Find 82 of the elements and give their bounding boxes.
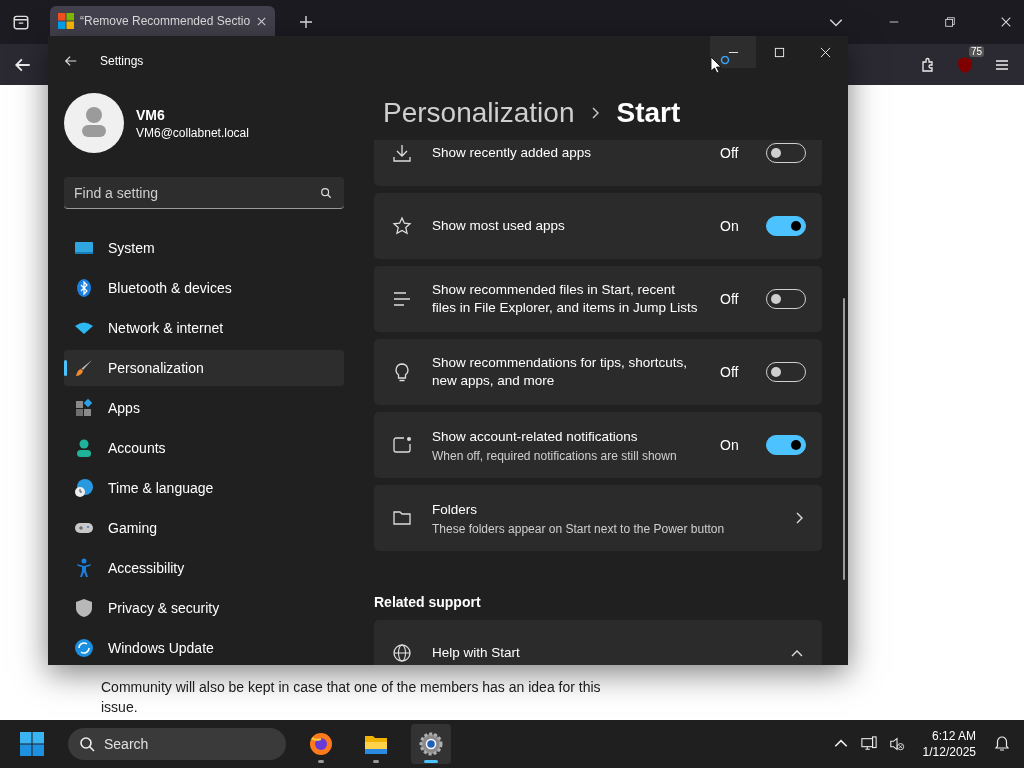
puzzle-icon[interactable]	[920, 56, 936, 73]
nav-item[interactable]: System	[64, 230, 344, 266]
expander-header[interactable]: Help with Start	[374, 620, 822, 665]
toggle-state-text: On	[720, 437, 740, 453]
bluetooth-icon	[74, 278, 94, 298]
accessibility-icon	[74, 558, 94, 578]
network-icon[interactable]	[860, 736, 877, 752]
taskbar-button[interactable]	[411, 724, 451, 764]
setting-label: Show recommendations for tips, shortcuts, new apps, and more	[432, 354, 689, 390]
gear-icon	[419, 732, 443, 756]
nav-item[interactable]: Apps	[64, 390, 344, 426]
article-paragraph: Community will also be kept in case that one of the members has an idea for this issue.	[101, 678, 601, 717]
windows-logo-icon	[58, 13, 74, 29]
clock[interactable]: 6:12 AM 1/12/2025	[922, 729, 976, 759]
count-badge: 75	[968, 45, 984, 57]
section-heading: Related support	[374, 594, 482, 610]
chevron-right-icon	[794, 511, 804, 525]
folder-icon	[392, 508, 412, 528]
nav-item[interactable]: Accounts	[64, 430, 344, 466]
nav-item[interactable]: Privacy & security	[64, 590, 344, 626]
minimize-button[interactable]	[710, 36, 756, 68]
lightbulb-icon	[392, 362, 412, 382]
search-icon	[79, 736, 95, 752]
fox-globe-icon	[309, 732, 333, 756]
browser-tab[interactable]: “Remove Recommended Sectio	[50, 6, 276, 36]
nav-item[interactable]: Gaming	[64, 510, 344, 546]
chevron-right-icon	[590, 106, 601, 120]
setting-label: Show account-related notifications	[432, 427, 639, 446]
restore-icon[interactable]	[944, 16, 956, 28]
nav-item[interactable]: Personalization	[64, 350, 344, 386]
setting-label: Show recently added apps	[432, 144, 593, 162]
download-icon	[392, 143, 412, 163]
maximize-icon	[773, 46, 785, 58]
scrollbar[interactable]	[843, 298, 845, 580]
chevron-up-icon	[790, 648, 804, 658]
nav-item[interactable]: Bluetooth & devices	[64, 270, 344, 306]
user-email: VM6@collabnet.local	[136, 125, 249, 140]
tab-list-icon[interactable]	[12, 13, 30, 31]
search-icon	[320, 187, 332, 199]
toggle-state-text: Off	[720, 291, 740, 307]
page-title: Start	[616, 97, 681, 129]
nav-item[interactable]: Accessibility	[64, 550, 344, 586]
sync-icon	[74, 638, 94, 658]
shield-icon	[74, 598, 94, 618]
nav-item[interactable]: Windows Update	[64, 630, 344, 665]
nav-item[interactable]: Network & internet	[64, 310, 344, 346]
toggle-state-text: Off	[720, 364, 740, 380]
person-icon	[74, 438, 94, 458]
start-icon[interactable]	[20, 732, 44, 756]
avatar-icon	[64, 93, 124, 153]
setting-description: When off, required notifications are still shown	[432, 448, 678, 463]
nav-item[interactable]: Time & language	[64, 470, 344, 506]
setting-label: Help with Start	[432, 644, 521, 662]
toggle-state-text: Off	[720, 145, 740, 161]
window-title: Settings	[100, 54, 144, 68]
close-icon	[819, 46, 831, 58]
star-icon	[392, 216, 412, 236]
back-arrow-icon[interactable]	[64, 54, 78, 68]
toggle-state-text: On	[720, 218, 740, 234]
list-lines-icon	[392, 289, 412, 309]
paintbrush-icon	[74, 358, 94, 378]
bell-icon[interactable]	[994, 736, 1010, 752]
speaker-muted-icon[interactable]	[888, 736, 905, 752]
close-icon[interactable]	[1000, 16, 1012, 28]
setting-label: Folders	[432, 500, 478, 519]
notification-window-icon	[392, 435, 412, 455]
setting-label: Show recommended files in Start, recent files in File Explorer, and items in Jump Lists	[432, 281, 699, 317]
taskbar-search-field[interactable]: Search	[68, 728, 286, 760]
close-icon[interactable]	[256, 15, 268, 27]
globe-clock-icon	[74, 478, 94, 498]
breadcrumb-link[interactable]: Personalization	[383, 97, 575, 129]
toggle-switch[interactable]	[766, 216, 806, 236]
toggle-switch[interactable]	[766, 435, 806, 455]
globe-icon	[392, 643, 412, 663]
setting-label: Show most used apps	[432, 217, 566, 235]
user-name: VM6	[136, 106, 166, 123]
apps-icon	[74, 398, 94, 418]
settings-search-field[interactable]: Find a setting	[64, 177, 344, 209]
new-tab-icon[interactable]	[299, 15, 314, 29]
setting-description: These folders appear on Start next to the Power button	[432, 521, 726, 536]
setting-card[interactable]: Folders These folders appear on Start next to the Power button	[374, 485, 822, 551]
tab-title: “Remove Recommended Sectio	[80, 14, 251, 28]
